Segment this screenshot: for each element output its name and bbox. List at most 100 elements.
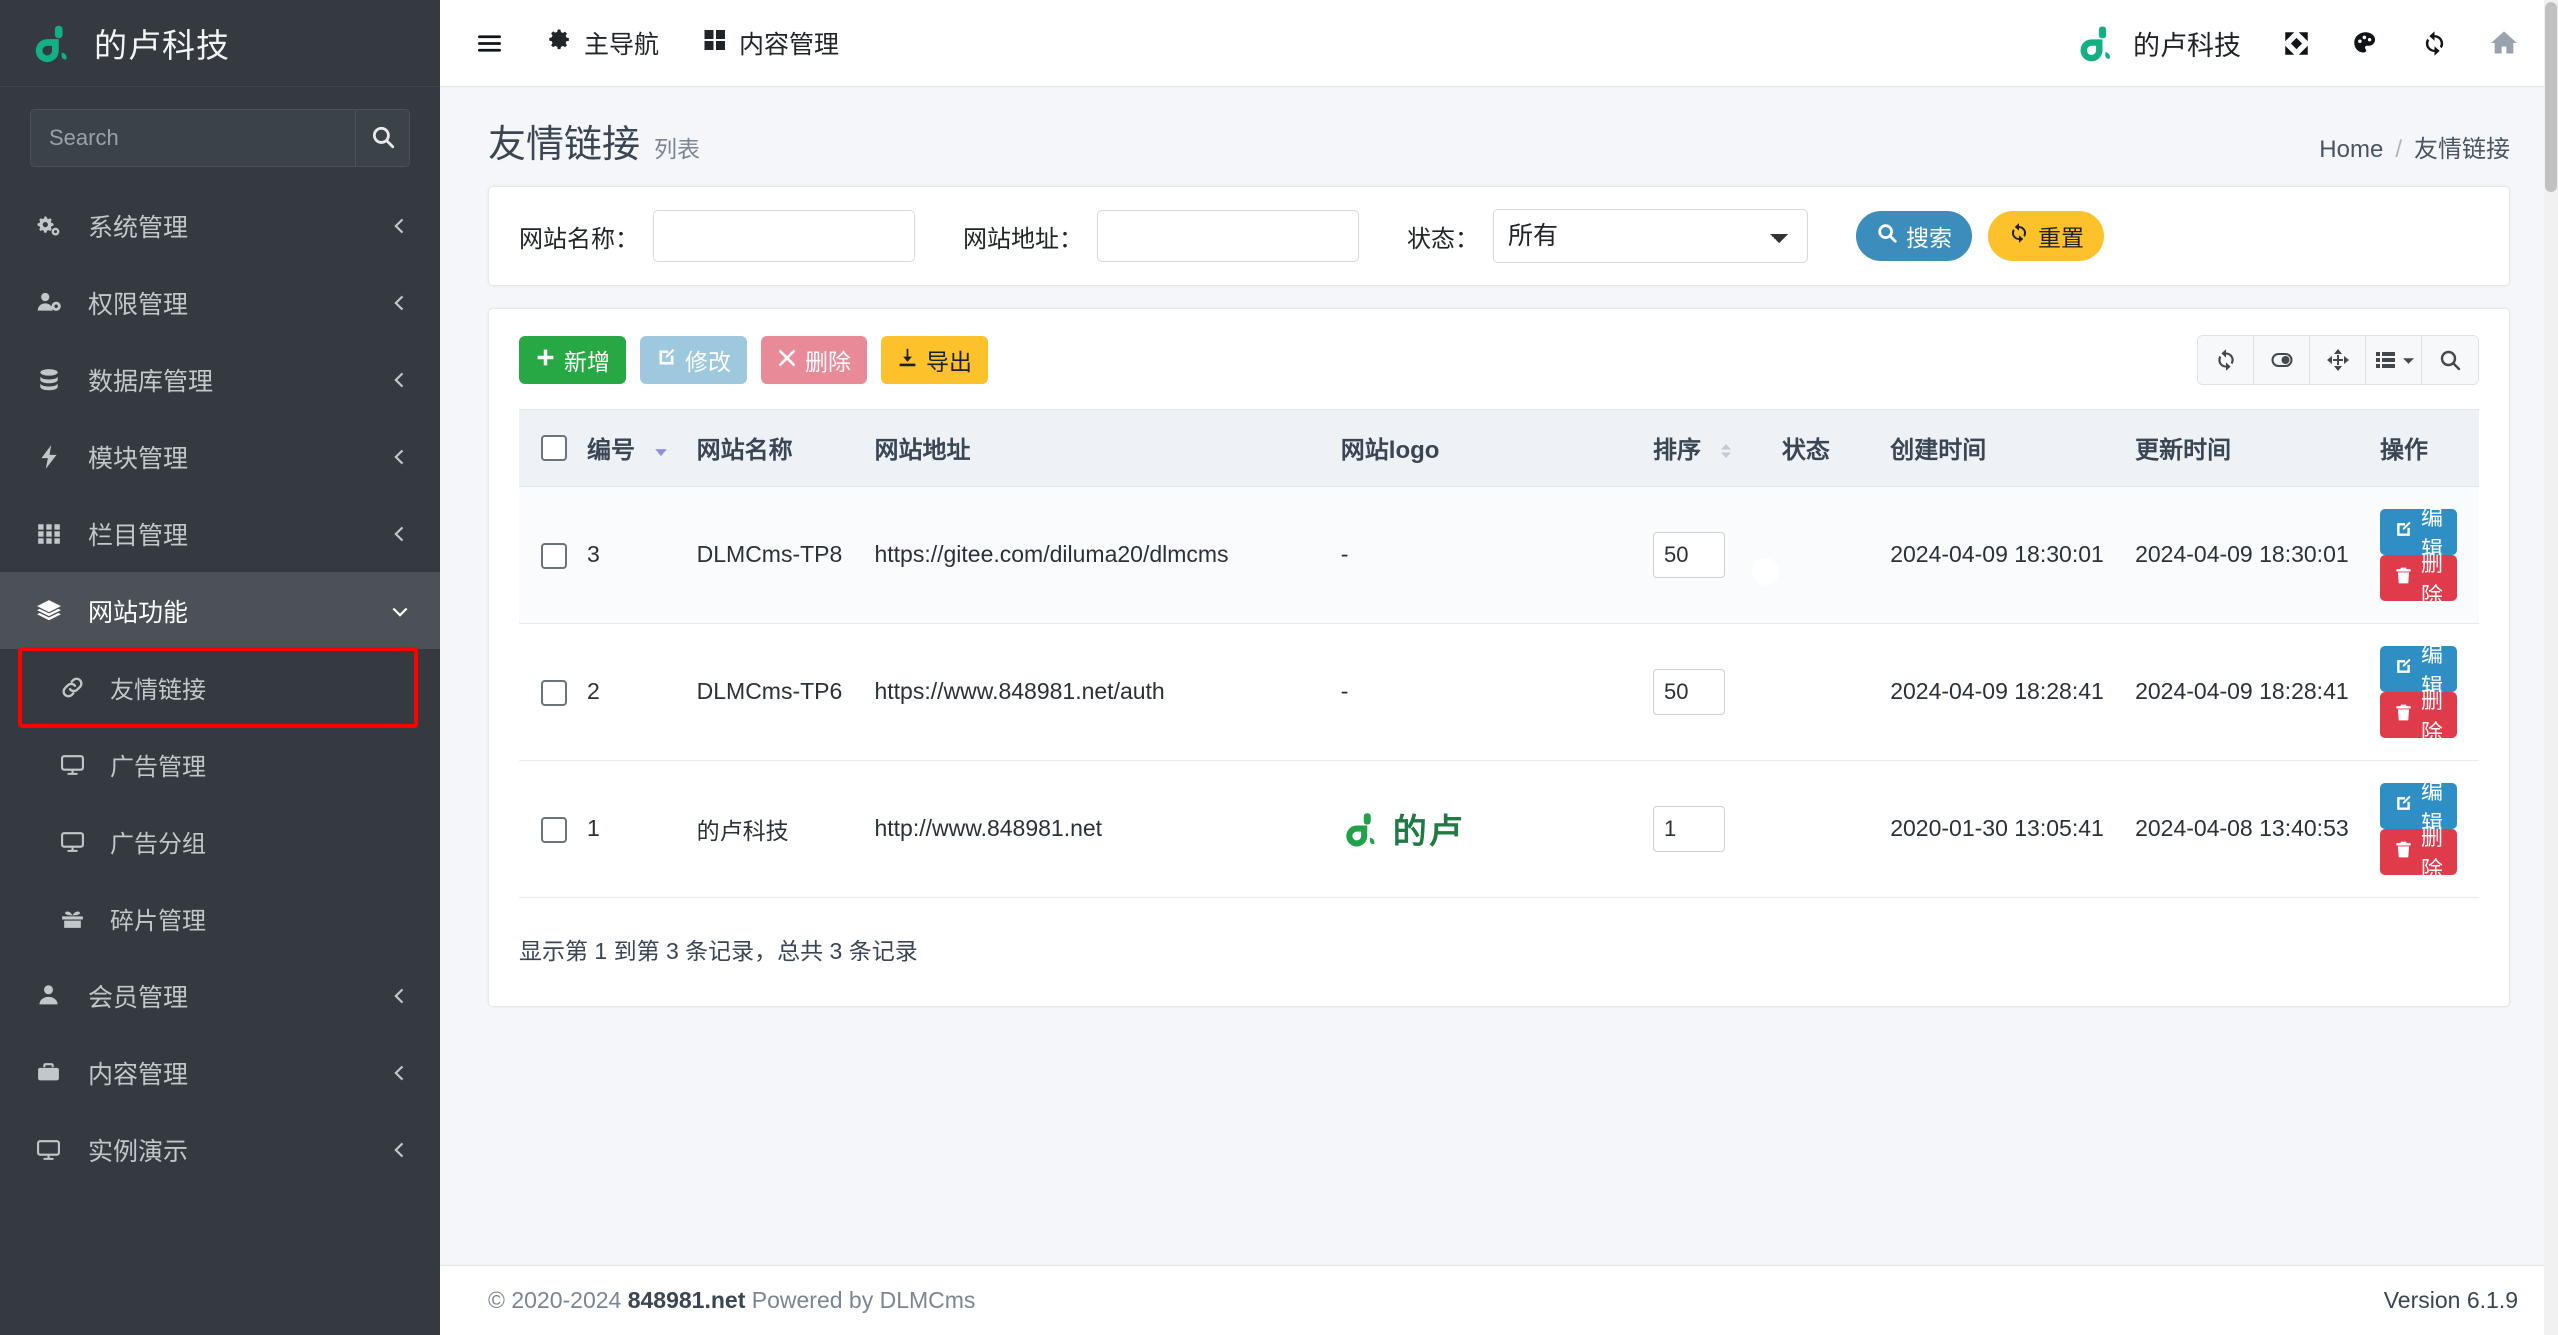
row-delete-button[interactable]: 删除 <box>2379 825 2457 882</box>
chevron-left-icon <box>390 986 410 1006</box>
sidebar-item-demo[interactable]: 实例演示 <box>0 1111 440 1188</box>
home-icon[interactable] <box>2490 29 2518 57</box>
filter-field-name: 网站名称： <box>519 210 915 262</box>
th-sort[interactable]: 排序 <box>1643 409 1772 487</box>
table-search-icon[interactable] <box>2422 336 2478 384</box>
edit-icon <box>2394 519 2413 545</box>
th-select-all <box>519 409 577 487</box>
cell-created: 2020-01-30 13:05:41 <box>1880 760 2126 898</box>
filter-status-select[interactable]: 所有 <box>1493 209 1808 263</box>
table-body: 3 DLMCms-TP8 https://gitee.com/diluma20/… <box>519 486 2479 898</box>
sidebar-item-permission[interactable]: 权限管理 <box>0 264 440 341</box>
download-icon <box>897 347 918 374</box>
sidebar-item-database[interactable]: 数据库管理 <box>0 341 440 418</box>
hamburger-icon[interactable] <box>476 30 503 57</box>
delete-button[interactable]: 删除 <box>761 336 867 384</box>
layers-icon <box>36 598 82 624</box>
cell-logo: - <box>1330 623 1644 761</box>
row-checkbox[interactable] <box>541 542 567 569</box>
add-button[interactable]: 新增 <box>519 336 626 384</box>
th-id[interactable]: 编号 <box>577 409 687 487</box>
page-subtitle: 列表 <box>654 136 701 162</box>
cell-sort <box>1643 760 1772 898</box>
search-input[interactable] <box>31 110 355 166</box>
row-edit-button[interactable]: 编辑 <box>2379 779 2457 836</box>
dilu-logo-icon <box>1341 808 1383 850</box>
palette-icon[interactable] <box>2352 30 2379 57</box>
th-name[interactable]: 网站名称 <box>686 409 865 487</box>
th-status-label: 状态 <box>1781 437 1830 465</box>
user-gear-icon <box>36 290 82 316</box>
page-footer: © 2020-2024 848981.net Powered by DLMCms… <box>440 1265 2558 1335</box>
row-delete-label: 删除 <box>2420 687 2443 745</box>
page-scrollbar[interactable] <box>2544 0 2558 1335</box>
top-navbar: 主导航 内容管理 的卢科技 <box>440 0 2558 87</box>
row-delete-button[interactable]: 删除 <box>2379 688 2457 745</box>
th-url[interactable]: 网站地址 <box>864 409 1331 487</box>
row-delete-button[interactable]: 删除 <box>2379 551 2457 608</box>
select-all-checkbox[interactable] <box>541 435 567 462</box>
export-button[interactable]: 导出 <box>881 336 988 384</box>
sidebar-item-ad-management[interactable]: 广告管理 <box>0 726 440 803</box>
table-toggle-icon[interactable] <box>2254 336 2310 384</box>
sidebar-item-category[interactable]: 栏目管理 <box>0 495 440 572</box>
row-edit-button[interactable]: 编辑 <box>2379 642 2457 699</box>
gift-icon <box>60 906 104 931</box>
row-checkbox[interactable] <box>541 679 567 706</box>
refresh-icon[interactable] <box>2421 30 2448 57</box>
table-panel: 新增 修改 删除 导出 编号 网站名称 网站地址 网站logo 排序 状态 创建… <box>488 308 2510 1007</box>
scrollbar-thumb[interactable] <box>2545 2 2557 192</box>
th-updated[interactable]: 更新时间 <box>2125 409 2370 487</box>
modify-button[interactable]: 修改 <box>640 336 747 384</box>
sidebar-item-member[interactable]: 会员管理 <box>0 957 440 1034</box>
trash-icon <box>2394 565 2413 591</box>
sidebar-item-ad-group[interactable]: 广告分组 <box>0 803 440 880</box>
table-row[interactable]: 2 DLMCms-TP6 https://www.848981.net/auth… <box>519 623 2479 761</box>
table-tool-icons <box>2197 335 2479 385</box>
sidebar-item-label: 广告管理 <box>110 754 206 781</box>
sidebar-item-label: 栏目管理 <box>88 521 189 550</box>
row-edit-button[interactable]: 编辑 <box>2379 505 2457 562</box>
sidebar-item-fragment[interactable]: 碎片管理 <box>0 880 440 957</box>
nav-link-content[interactable]: 内容管理 <box>703 25 839 61</box>
th-logo-label: 网站logo <box>1340 437 1440 465</box>
sidebar-item-module[interactable]: 模块管理 <box>0 418 440 495</box>
row-select-cell <box>519 623 577 761</box>
th-created[interactable]: 创建时间 <box>1880 409 2126 487</box>
table-refresh-icon[interactable] <box>2198 336 2254 384</box>
sidebar-item-system[interactable]: 系统管理 <box>0 187 440 264</box>
filter-url-input[interactable] <box>1097 210 1359 262</box>
table-header-row: 编号 网站名称 网站地址 网站logo 排序 状态 创建时间 更新时间 操作 <box>519 409 2479 487</box>
sort-order-input[interactable] <box>1653 805 1726 852</box>
sidebar-item-website-features[interactable]: 网站功能 <box>0 572 440 649</box>
search-button[interactable] <box>355 110 409 166</box>
cell-name: DLMCms-TP6 <box>686 623 865 761</box>
sort-order-input[interactable] <box>1653 531 1726 578</box>
export-label: 导出 <box>926 349 972 375</box>
search-submit-button[interactable]: 搜索 <box>1856 211 1972 261</box>
th-actions: 操作 <box>2369 409 2479 487</box>
table-columns-icon[interactable] <box>2366 336 2422 384</box>
table-fullscreen-icon[interactable] <box>2310 336 2366 384</box>
nav-link-main[interactable]: 主导航 <box>547 25 659 61</box>
sidebar-item-label: 广告分组 <box>110 831 206 858</box>
expand-arrows-icon[interactable] <box>2283 30 2310 57</box>
sidebar-menu: 系统管理 权限管理 数据库管理 模块管理 栏目管理 网站功能 友情链接 广告管理… <box>0 187 440 1188</box>
reset-button[interactable]: 重置 <box>1988 211 2104 261</box>
th-status[interactable]: 状态 <box>1771 409 1881 487</box>
sidebar-brand[interactable]: 的卢科技 <box>0 0 440 87</box>
sidebar-item-label: 实例演示 <box>88 1137 189 1166</box>
table-row[interactable]: 1 的卢科技 http://www.848981.net 的卢 1 2020-0… <box>519 760 2479 898</box>
sidebar-item-friend-links[interactable]: 友情链接 <box>18 647 418 728</box>
breadcrumb-home[interactable]: Home <box>2319 136 2383 164</box>
th-logo[interactable]: 网站logo <box>1330 409 1644 487</box>
sidebar-item-content[interactable]: 内容管理 <box>0 1034 440 1111</box>
content-body: 网站名称： 网站地址： 状态： 所有 搜索 重置 新增 修改 删除 导出 编号 … <box>440 186 2558 1265</box>
row-checkbox[interactable] <box>541 816 567 843</box>
sort-order-input[interactable] <box>1653 668 1726 715</box>
filter-name-input[interactable] <box>653 210 915 262</box>
table-row[interactable]: 3 DLMCms-TP8 https://gitee.com/diluma20/… <box>519 486 2479 624</box>
navbar-brand[interactable]: 的卢科技 <box>2075 21 2241 65</box>
delete-label: 删除 <box>805 349 851 375</box>
cell-url: http://www.848981.net <box>864 760 1331 898</box>
